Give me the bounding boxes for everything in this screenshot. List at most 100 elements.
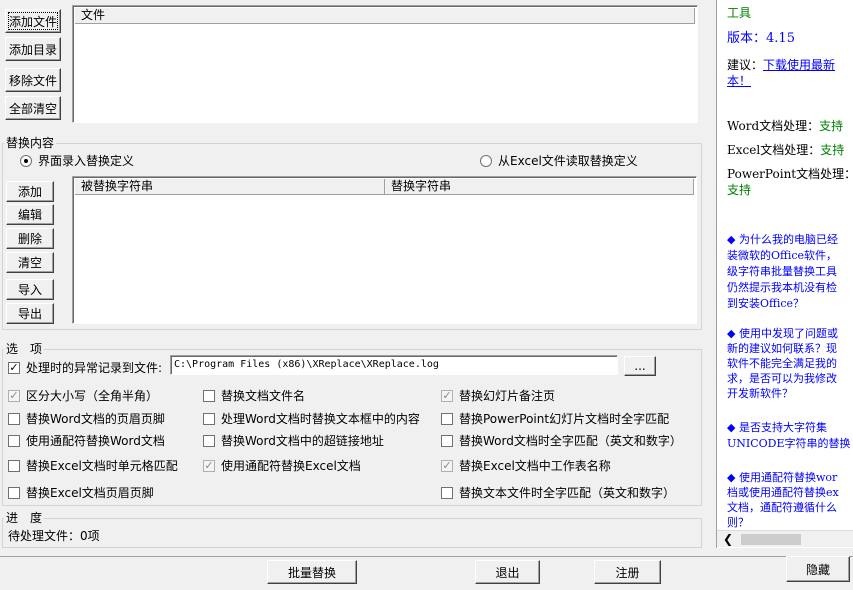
text-whole-word-label: 替换文本文件时全字匹配（英文和数字） xyxy=(459,486,676,500)
word-wildcard-label: 使用通配符替换Word文档 xyxy=(26,434,165,448)
file-list[interactable]: 文件 xyxy=(72,5,698,123)
radio-excel-indicator[interactable] xyxy=(480,155,492,167)
word-wildcard-checkbox[interactable] xyxy=(8,435,20,447)
faq1-line: 装微软的Office软件， xyxy=(727,249,838,262)
ppt-support-line: PowerPoint文档处理： xyxy=(727,167,853,181)
faq4-line: 档或使用通配符替换ex xyxy=(727,486,839,499)
faq-item-3[interactable]: ◆ 是否支持大字符集 UNICODE字符串的替换 xyxy=(727,420,851,452)
scroll-left-icon[interactable]: ❮ xyxy=(723,531,733,547)
option-word-textbox[interactable]: 处理Word文档时替换文本框中的内容 xyxy=(203,412,420,426)
word-whole-word-label: 替换Word文档时全字匹配（英文和数字） xyxy=(459,434,682,448)
register-button[interactable]: 注册 xyxy=(594,560,661,584)
find-column-header[interactable]: 被替换字符串 xyxy=(75,179,385,195)
remove-file-button[interactable]: 移除文件 xyxy=(5,68,61,92)
delete-button[interactable]: 删除 xyxy=(6,228,54,249)
faq1-line: ◆ 为什么我的电脑已经 xyxy=(727,233,838,246)
excel-header-footer-checkbox[interactable] xyxy=(8,487,20,499)
faq-item-4[interactable]: ◆ 使用通配符替换wor 档或使用通配符替换ex 文档，通配符遵循什么 则？ xyxy=(727,470,839,530)
word-hyperlink-checkbox[interactable] xyxy=(203,435,215,447)
replace-column-header[interactable]: 替换字符串 xyxy=(385,179,694,195)
faq-item-1[interactable]: ◆ 为什么我的电脑已经 装微软的Office软件， 级字符串批量替换工具 仍然提… xyxy=(727,232,838,312)
horizontal-scrollbar[interactable]: ❮ xyxy=(717,530,853,547)
option-excel-sheet-name[interactable]: ✓ 替换Excel文档中工作表名称 xyxy=(441,459,611,473)
clear-button[interactable]: 清空 xyxy=(6,252,54,273)
faq2-line: 新的建议如何联系？现 xyxy=(727,342,837,355)
scrollbar-thumb[interactable] xyxy=(741,534,801,545)
option-word-header-footer[interactable]: 替换Word文档的页眉页脚 xyxy=(8,412,165,426)
file-column-header[interactable]: 文件 xyxy=(75,8,695,24)
hide-button[interactable]: 隐藏 xyxy=(786,556,850,582)
word-whole-word-checkbox[interactable] xyxy=(441,435,453,447)
radio-ui-label: 界面录入替换定义 xyxy=(38,154,135,168)
word-support-label: Word文档处理： xyxy=(727,119,820,133)
faq2-line: 开发新软件？ xyxy=(727,387,793,400)
replace-filename-label: 替换文档文件名 xyxy=(221,389,306,403)
excel-sheet-name-checkbox[interactable]: ✓ xyxy=(441,460,453,472)
radio-ui-indicator[interactable] xyxy=(20,155,32,167)
radio-excel-label: 从Excel文件读取替换定义 xyxy=(498,154,638,168)
excel-wildcard-checkbox[interactable]: ✓ xyxy=(203,460,215,472)
excel-cell-match-label: 替换Excel文档时单元格匹配 xyxy=(26,459,178,473)
option-word-hyperlink[interactable]: 替换Word文档中的超链接地址 xyxy=(203,434,384,448)
case-sensitive-checkbox[interactable]: ✓ xyxy=(8,390,20,402)
word-header-footer-checkbox[interactable] xyxy=(8,413,20,425)
faq2-line: 求，是否可以为我修改 xyxy=(727,372,837,385)
case-sensitive-label: 区分大小写（全角半角） xyxy=(26,389,159,403)
option-slide-notes[interactable]: ✓ 替换幻灯片备注页 xyxy=(441,389,555,403)
option-text-whole-word[interactable]: 替换文本文件时全字匹配（英文和数字） xyxy=(441,486,675,500)
browse-button[interactable]: ... xyxy=(624,356,656,376)
faq3-line: ◆ 是否支持大字符集 xyxy=(727,421,827,434)
faq2-line: 软件不能完全满足我的 xyxy=(727,357,837,370)
edit-button[interactable]: 编辑 xyxy=(6,204,54,225)
export-button[interactable]: 导出 xyxy=(6,303,54,324)
option-replace-filename[interactable]: 替换文档文件名 xyxy=(203,389,305,403)
option-ppt-whole-word[interactable]: 替换PowerPoint幻灯片文档时全字匹配 xyxy=(441,412,669,426)
add-button[interactable]: 添加 xyxy=(6,181,54,202)
replace-definition-list[interactable]: 被替换字符串 替换字符串 xyxy=(72,176,697,324)
excel-header-footer-label: 替换Excel文档页眉页脚 xyxy=(26,486,154,500)
log-label: 处理时的异常记录到文件: xyxy=(26,361,163,375)
log-checkbox[interactable]: ✓ xyxy=(8,362,20,374)
add-directory-button[interactable]: 添加目录 xyxy=(5,37,61,61)
word-support-line: Word文档处理：支持 xyxy=(727,118,843,134)
download-latest-link[interactable]: 下载使用最新 xyxy=(763,58,835,72)
option-excel-header-footer[interactable]: 替换Excel文档页眉页脚 xyxy=(8,486,154,500)
radio-ui-definition[interactable]: 界面录入替换定义 xyxy=(20,154,134,168)
replace-filename-checkbox[interactable] xyxy=(203,390,215,402)
options-group-title: 选 项 xyxy=(4,342,45,356)
option-word-whole-word[interactable]: 替换Word文档时全字匹配（英文和数字） xyxy=(441,434,682,448)
faq1-line: 到安装Office？ xyxy=(727,297,805,310)
option-excel-cell-match[interactable]: 替换Excel文档时单元格匹配 xyxy=(8,459,178,473)
batch-replace-button[interactable]: 批量替换 xyxy=(267,560,357,584)
word-hyperlink-label: 替换Word文档中的超链接地址 xyxy=(221,434,384,448)
faq-item-2[interactable]: ◆ 使用中发现了问题或 新的建议如何联系？现 软件不能完全满足我的 求，是否可以… xyxy=(727,326,838,401)
ppt-whole-word-checkbox[interactable] xyxy=(441,413,453,425)
word-support-value: 支持 xyxy=(819,119,844,133)
faq1-line: 仍然提示我本机没有检 xyxy=(727,281,837,294)
faq3-line: UNICODE字符串的替换 xyxy=(727,437,851,450)
slide-notes-checkbox[interactable]: ✓ xyxy=(441,390,453,402)
excel-cell-match-checkbox[interactable] xyxy=(8,460,20,472)
excel-wildcard-label: 使用通配符替换Excel文档 xyxy=(221,459,361,473)
slide-notes-label: 替换幻灯片备注页 xyxy=(459,389,556,403)
download-latest-link-cont[interactable]: 本！ xyxy=(727,73,751,89)
word-textbox-label: 处理Word文档时替换文本框中的内容 xyxy=(221,412,420,426)
option-case-sensitive[interactable]: ✓ 区分大小写（全角半角） xyxy=(8,389,158,403)
faq4-line: 则？ xyxy=(727,516,749,529)
option-word-wildcard[interactable]: 使用通配符替换Word文档 xyxy=(8,434,165,448)
excel-sheet-name-label: 替换Excel文档中工作表名称 xyxy=(459,459,611,473)
add-file-button[interactable]: 添加文件 xyxy=(5,9,61,33)
option-excel-wildcard[interactable]: ✓ 使用通配符替换Excel文档 xyxy=(203,459,361,473)
log-option[interactable]: ✓ 处理时的异常记录到文件: xyxy=(8,361,162,375)
info-panel[interactable]: 工具 版本：4.15 建议：下载使用最新 本！ Word文档处理：支持 Exce… xyxy=(716,0,853,548)
log-path-field[interactable]: C:\Program Files (x86)\XReplace\XReplace… xyxy=(170,355,618,375)
replace-group-title: 替换内容 xyxy=(4,136,57,150)
word-textbox-checkbox[interactable] xyxy=(203,413,215,425)
clear-all-button[interactable]: 全部清空 xyxy=(5,96,61,120)
exit-button[interactable]: 退出 xyxy=(475,560,540,584)
text-whole-word-checkbox[interactable] xyxy=(441,487,453,499)
ppt-support-value: 支持 xyxy=(727,183,752,197)
version-value: 4.15 xyxy=(766,31,795,46)
import-button[interactable]: 导入 xyxy=(6,279,54,300)
radio-excel-definition[interactable]: 从Excel文件读取替换定义 xyxy=(480,154,638,168)
